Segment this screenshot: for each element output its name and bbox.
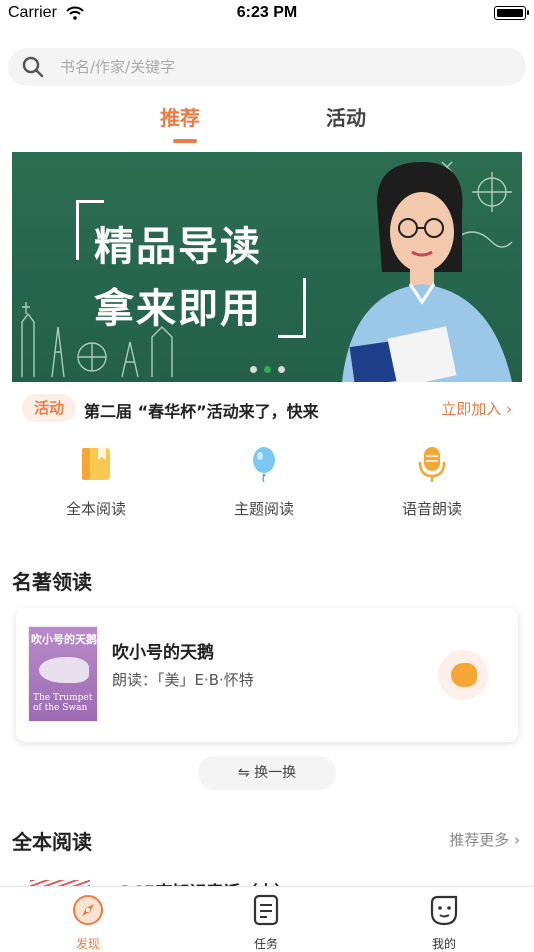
swap-icon: ⇋ xyxy=(237,765,250,781)
more-link[interactable]: 推荐更多 › xyxy=(449,829,520,850)
play-button[interactable] xyxy=(438,650,488,700)
banner-headline-2: 拿来即用 xyxy=(94,286,262,332)
tab-tasks[interactable]: 任务 xyxy=(226,893,306,952)
book-icon xyxy=(82,448,110,480)
swap-label: 换一换 xyxy=(254,765,297,781)
banner-headline-1: 精品导读 xyxy=(94,224,262,270)
notice-text: 第二届 “春华杯”活动来了，快来 xyxy=(84,402,319,421)
chevron-right-icon: › xyxy=(514,831,520,849)
tab-activity[interactable]: 活动 xyxy=(326,102,366,131)
tab-indicator xyxy=(173,139,197,143)
book-title: 吹小号的天鹅 xyxy=(112,643,214,663)
bottom-tab-bar: 发现 任务 我的 xyxy=(0,886,534,952)
swap-button[interactable]: ⇋ 换一换 xyxy=(198,756,336,790)
battery-icon xyxy=(494,6,529,20)
activity-badge: 活动 xyxy=(22,394,76,422)
cover-title: 吹小号的天鹅 xyxy=(31,633,97,646)
search-bar[interactable]: 书名/作家/关键字 xyxy=(8,48,526,86)
quick-label: 全本阅读 xyxy=(65,500,126,518)
book-reader: 朗读：「美」E·B·怀特 xyxy=(112,671,254,689)
activity-notice[interactable]: 活动 第二届 “春华杯”活动来了，快来 立即加入 › xyxy=(22,394,512,424)
promo-banner[interactable]: 精品导读 拿来即用 xyxy=(12,152,522,382)
compass-icon xyxy=(73,895,103,925)
pager-dot[interactable] xyxy=(250,366,257,373)
cover-english-title: The Trumpet of the Swan xyxy=(33,693,93,713)
quick-voice-read[interactable]: 语音朗读 xyxy=(372,444,492,519)
tab-label: 我的 xyxy=(431,937,456,951)
quick-label: 主题阅读 xyxy=(233,500,294,518)
tab-label: 任务 xyxy=(253,937,278,951)
section-title-famous: 名著领读 xyxy=(12,570,92,594)
banner-pager xyxy=(250,358,292,377)
join-link[interactable]: 立即加入 › xyxy=(441,398,512,419)
status-bar: Carrier 6:23 PM xyxy=(0,0,534,30)
task-list-icon xyxy=(253,894,279,926)
tab-discover[interactable]: 发现 xyxy=(48,893,128,952)
pager-dot-active[interactable] xyxy=(264,366,271,373)
search-input[interactable]: 书名/作家/关键字 xyxy=(60,48,175,86)
tab-recommend[interactable]: 推荐 xyxy=(160,102,200,131)
tab-label: 发现 xyxy=(75,937,100,951)
microphone-icon xyxy=(418,447,446,482)
quick-theme-read[interactable]: 主题阅读 xyxy=(204,444,324,519)
book-card[interactable]: 吹小号的天鹅 The Trumpet of the Swan 吹小号的天鹅 朗读… xyxy=(16,608,518,742)
balloon-icon xyxy=(253,447,275,483)
teacher-image xyxy=(342,162,512,382)
search-icon xyxy=(22,56,44,82)
quick-label: 语音朗读 xyxy=(401,500,462,518)
clock: 6:23 PM xyxy=(236,4,298,21)
tab-profile[interactable]: 我的 xyxy=(404,893,484,952)
quick-full-read[interactable]: 全本阅读 xyxy=(36,444,156,519)
chevron-right-icon: › xyxy=(506,400,512,418)
play-icon xyxy=(451,663,477,687)
book-cover: 吹小号的天鹅 The Trumpet of the Swan xyxy=(28,626,98,722)
face-icon xyxy=(430,895,458,926)
banner-bracket-right xyxy=(278,278,306,338)
more-label: 推荐更多 xyxy=(449,831,510,849)
pager-dot[interactable] xyxy=(278,366,285,373)
section-title-full-read: 全本阅读 xyxy=(12,830,92,854)
join-label: 立即加入 xyxy=(441,400,502,418)
swan-illustration xyxy=(39,657,89,683)
